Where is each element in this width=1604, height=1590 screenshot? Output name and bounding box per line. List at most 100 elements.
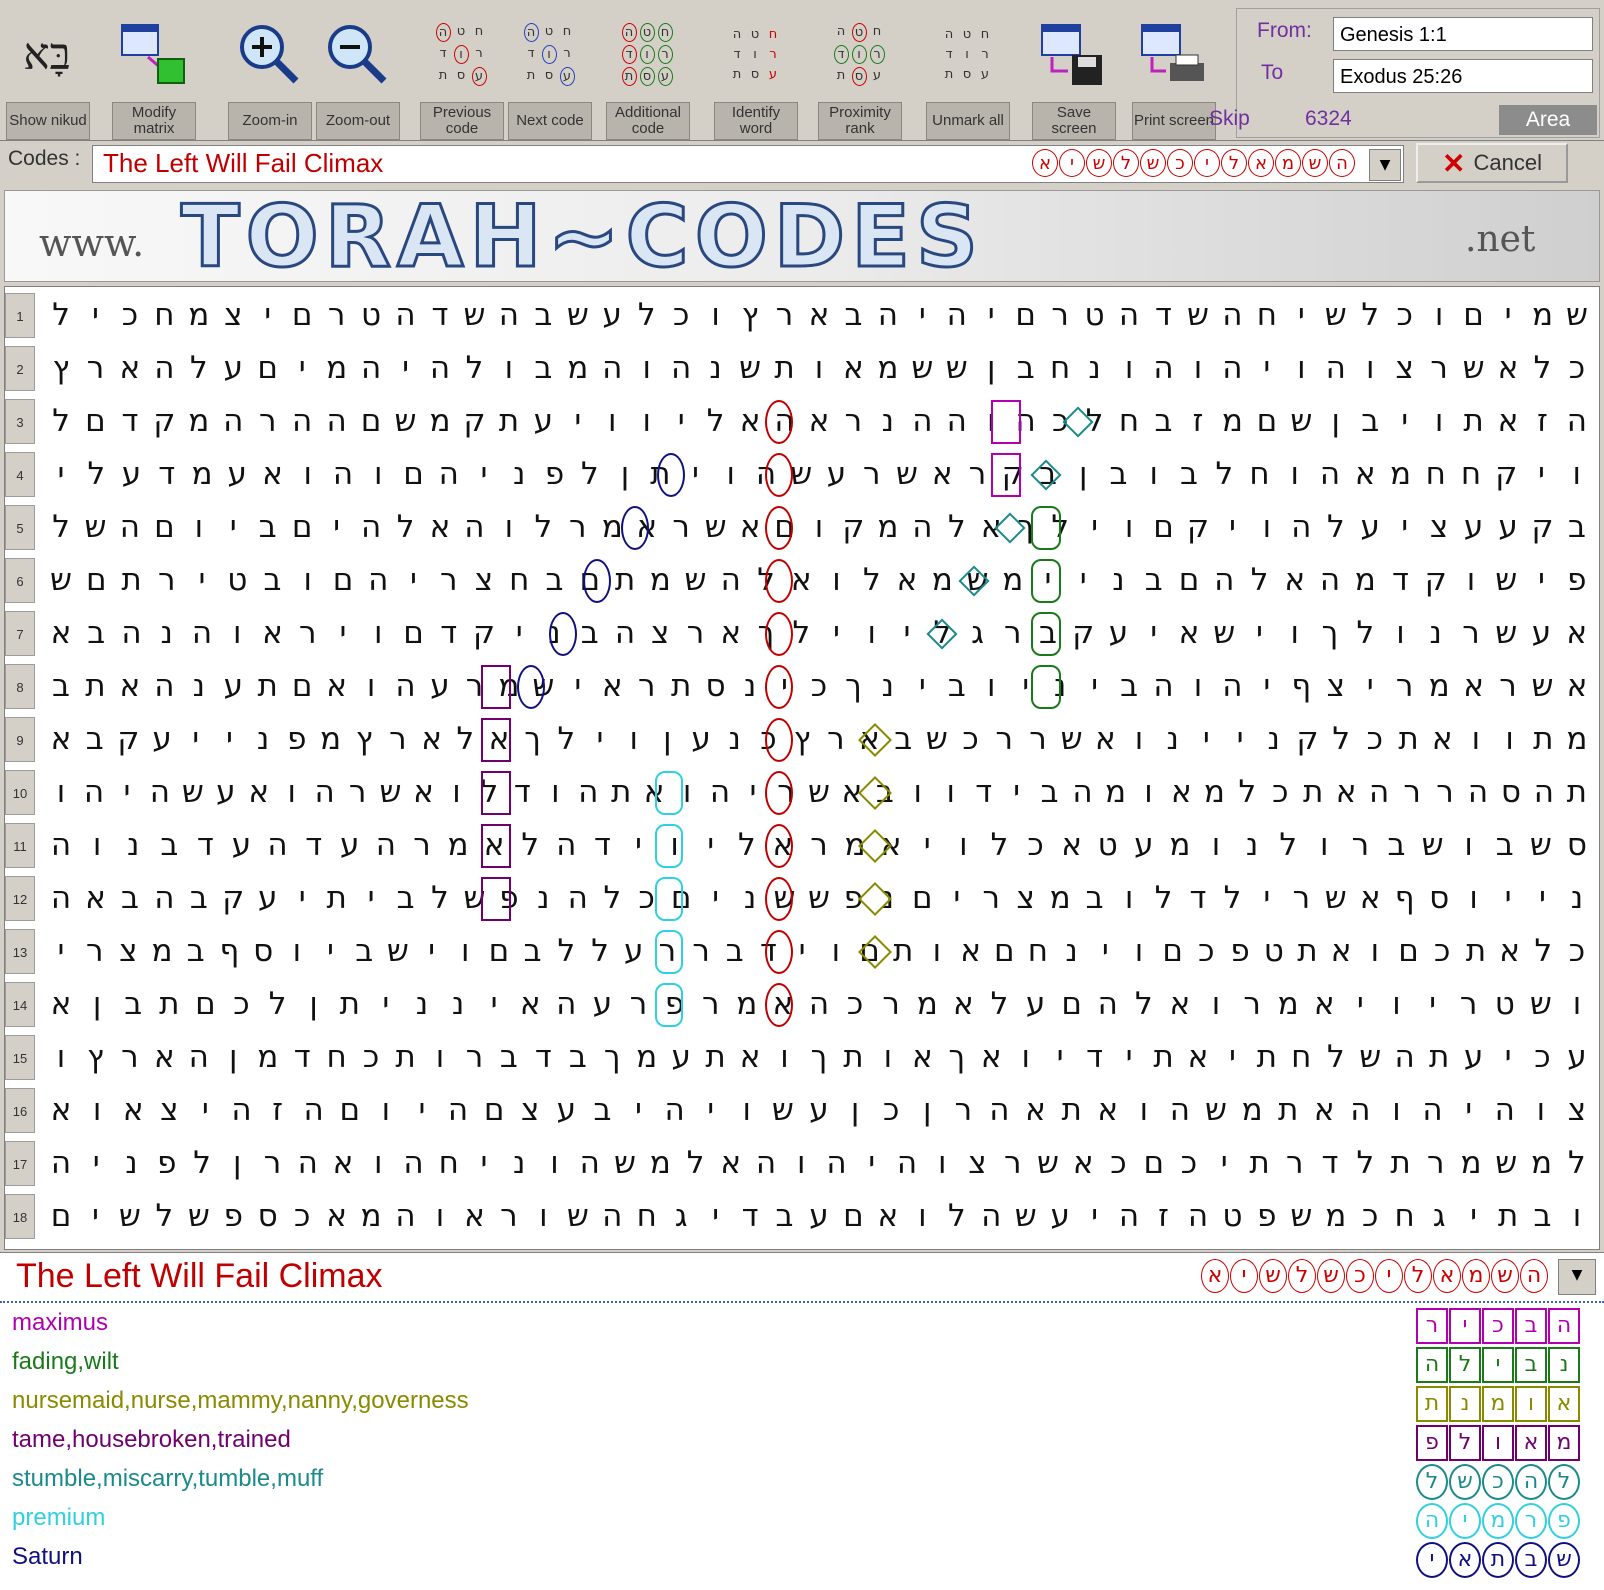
matrix-cell[interactable]: ה — [390, 660, 422, 713]
matrix-cell[interactable]: ן — [1320, 395, 1352, 448]
matrix-cell[interactable]: ו — [1359, 925, 1391, 978]
matrix-cell[interactable]: ם — [1393, 925, 1425, 978]
matrix-cell[interactable]: כ — [114, 289, 146, 342]
matrix-cell[interactable]: ו — [1285, 342, 1317, 395]
matrix-cell[interactable]: ש — [1490, 554, 1522, 607]
matrix-cell[interactable]: ל — [80, 448, 112, 501]
matrix-cell[interactable]: י — [370, 978, 402, 1031]
matrix-cell[interactable]: ד — [298, 819, 330, 872]
matrix-cell[interactable]: ר — [803, 819, 835, 872]
matrix-cell[interactable]: ב — [1138, 554, 1170, 607]
matrix-cell[interactable]: ו — [975, 660, 1007, 713]
matrix-cell[interactable]: ק — [458, 395, 490, 448]
matrix-cell[interactable]: ו — [803, 501, 835, 554]
matrix-cell[interactable]: ל — [983, 978, 1015, 1031]
matrix-cell[interactable]: ב — [1173, 448, 1205, 501]
matrix-cell[interactable]: ש — [1032, 1137, 1064, 1190]
matrix-cell[interactable]: ס — [1423, 872, 1455, 925]
matrix-cell[interactable]: ה — [186, 607, 218, 660]
matrix-cell[interactable]: ל — [1526, 342, 1558, 395]
matrix-cell[interactable]: ה — [596, 1190, 628, 1243]
matrix-cell[interactable]: ר — [1423, 342, 1455, 395]
matrix-cell[interactable]: ב — [941, 660, 973, 713]
matrix-cell[interactable]: ו — [906, 1190, 938, 1243]
matrix-cell[interactable]: מ — [1198, 766, 1230, 819]
matrix-cell[interactable]: ט — [1216, 1190, 1248, 1243]
matrix-cell[interactable]: ע — [225, 819, 257, 872]
matrix-cell[interactable]: י — [252, 289, 284, 342]
matrix-cell[interactable]: ו — [1251, 501, 1283, 554]
matrix-cell[interactable]: ש — [1525, 819, 1557, 872]
matrix-cell[interactable]: ה — [803, 978, 835, 1031]
matrix-cell[interactable]: ע — [217, 660, 249, 713]
matrix-cell[interactable]: כ — [1359, 713, 1391, 766]
matrix-cell[interactable]: ר — [1279, 1137, 1311, 1190]
matrix-cell[interactable]: ר — [997, 607, 1029, 660]
matrix-cell[interactable]: צ — [644, 607, 676, 660]
matrix-cell[interactable]: ם — [988, 925, 1020, 978]
matrix-cell[interactable]: ב — [348, 925, 380, 978]
matrix-cell[interactable]: ר — [875, 978, 907, 1031]
matrix-cell[interactable]: א — [1067, 1137, 1099, 1190]
matrix-cell[interactable]: ה — [1148, 660, 1180, 713]
matrix-cell[interactable]: י — [355, 872, 387, 925]
matrix-cell[interactable]: ו — [1385, 607, 1417, 660]
matrix-cell[interactable]: ו — [281, 925, 313, 978]
matrix-cell[interactable]: ע — [1044, 1190, 1076, 1243]
matrix-cell[interactable]: ע — [821, 448, 853, 501]
matrix-cell[interactable]: ץ — [348, 713, 380, 766]
matrix-cell[interactable]: ו — [493, 342, 525, 395]
matrix-cell[interactable]: א — [1492, 395, 1524, 448]
matrix-cell[interactable]: א — [45, 713, 77, 766]
matrix-cell[interactable]: י — [398, 554, 430, 607]
matrix-cell[interactable]: ם — [334, 1084, 366, 1137]
matrix-cell[interactable]: ו — [618, 713, 650, 766]
matrix-cell[interactable]: ל — [596, 872, 628, 925]
matrix-cell[interactable]: ה — [355, 342, 387, 395]
matrix-cell[interactable]: ח — [1251, 289, 1283, 342]
matrix-cell[interactable]: ל — [458, 342, 490, 395]
matrix-cell[interactable]: ה — [1164, 1084, 1196, 1137]
matrix-cell[interactable]: ש — [1285, 395, 1317, 448]
matrix-cell[interactable]: ם — [1251, 395, 1283, 448]
matrix-cell[interactable]: ל — [1244, 554, 1276, 607]
matrix-cell[interactable]: ה — [292, 1137, 324, 1190]
matrix-cell[interactable]: ש — [803, 766, 835, 819]
matrix-cell[interactable]: נ — [183, 660, 215, 713]
matrix-cell[interactable]: ל — [424, 872, 456, 925]
matrix-cell[interactable]: ה — [975, 1190, 1007, 1243]
matrix-cell[interactable]: ה — [286, 395, 318, 448]
matrix-cell[interactable]: ה — [1462, 766, 1494, 819]
matrix-cell[interactable]: ד — [1314, 1137, 1346, 1190]
matrix-cell[interactable]: ש — [906, 342, 938, 395]
matrix-cell[interactable]: ד — [1079, 1031, 1111, 1084]
matrix-cell[interactable]: ו — [1182, 660, 1214, 713]
matrix-cell[interactable]: ס — [700, 660, 732, 713]
matrix-cell[interactable]: ה — [704, 766, 736, 819]
matrix-cell[interactable]: א — [947, 978, 979, 1031]
matrix-cell[interactable]: י — [700, 872, 732, 925]
matrix-cell[interactable]: ר — [680, 607, 712, 660]
matrix-cell[interactable]: א — [1458, 660, 1490, 713]
matrix-cell[interactable]: פ — [281, 713, 313, 766]
matrix-cell[interactable]: ת — [153, 978, 185, 1031]
matrix-cell[interactable]: ר — [997, 1137, 1029, 1190]
matrix-cell[interactable]: א — [734, 395, 766, 448]
matrix-cell[interactable]: נ — [406, 978, 438, 1031]
matrix-cell[interactable]: ר — [695, 978, 727, 1031]
matrix-cell[interactable]: י — [321, 501, 353, 554]
matrix-cell[interactable]: ר — [975, 872, 1007, 925]
matrix-cell[interactable]: י — [390, 342, 422, 395]
matrix-cell[interactable]: נ — [872, 660, 904, 713]
matrix-cell[interactable]: ם — [355, 395, 387, 448]
matrix-cell[interactable]: ת — [1561, 766, 1593, 819]
matrix-cell[interactable]: ת — [321, 872, 353, 925]
matrix-cell[interactable]: ה — [1285, 501, 1317, 554]
matrix-cell[interactable]: ם — [478, 1084, 510, 1137]
matrix-cell[interactable]: ז — [262, 1084, 294, 1137]
matrix-cell[interactable]: ב — [1380, 819, 1412, 872]
matrix-cell[interactable]: כ — [875, 1084, 907, 1137]
matrix-cell[interactable]: ח — [1022, 925, 1054, 978]
matrix-cell[interactable]: ג — [1423, 1190, 1455, 1243]
matrix-cell[interactable]: י — [562, 395, 594, 448]
